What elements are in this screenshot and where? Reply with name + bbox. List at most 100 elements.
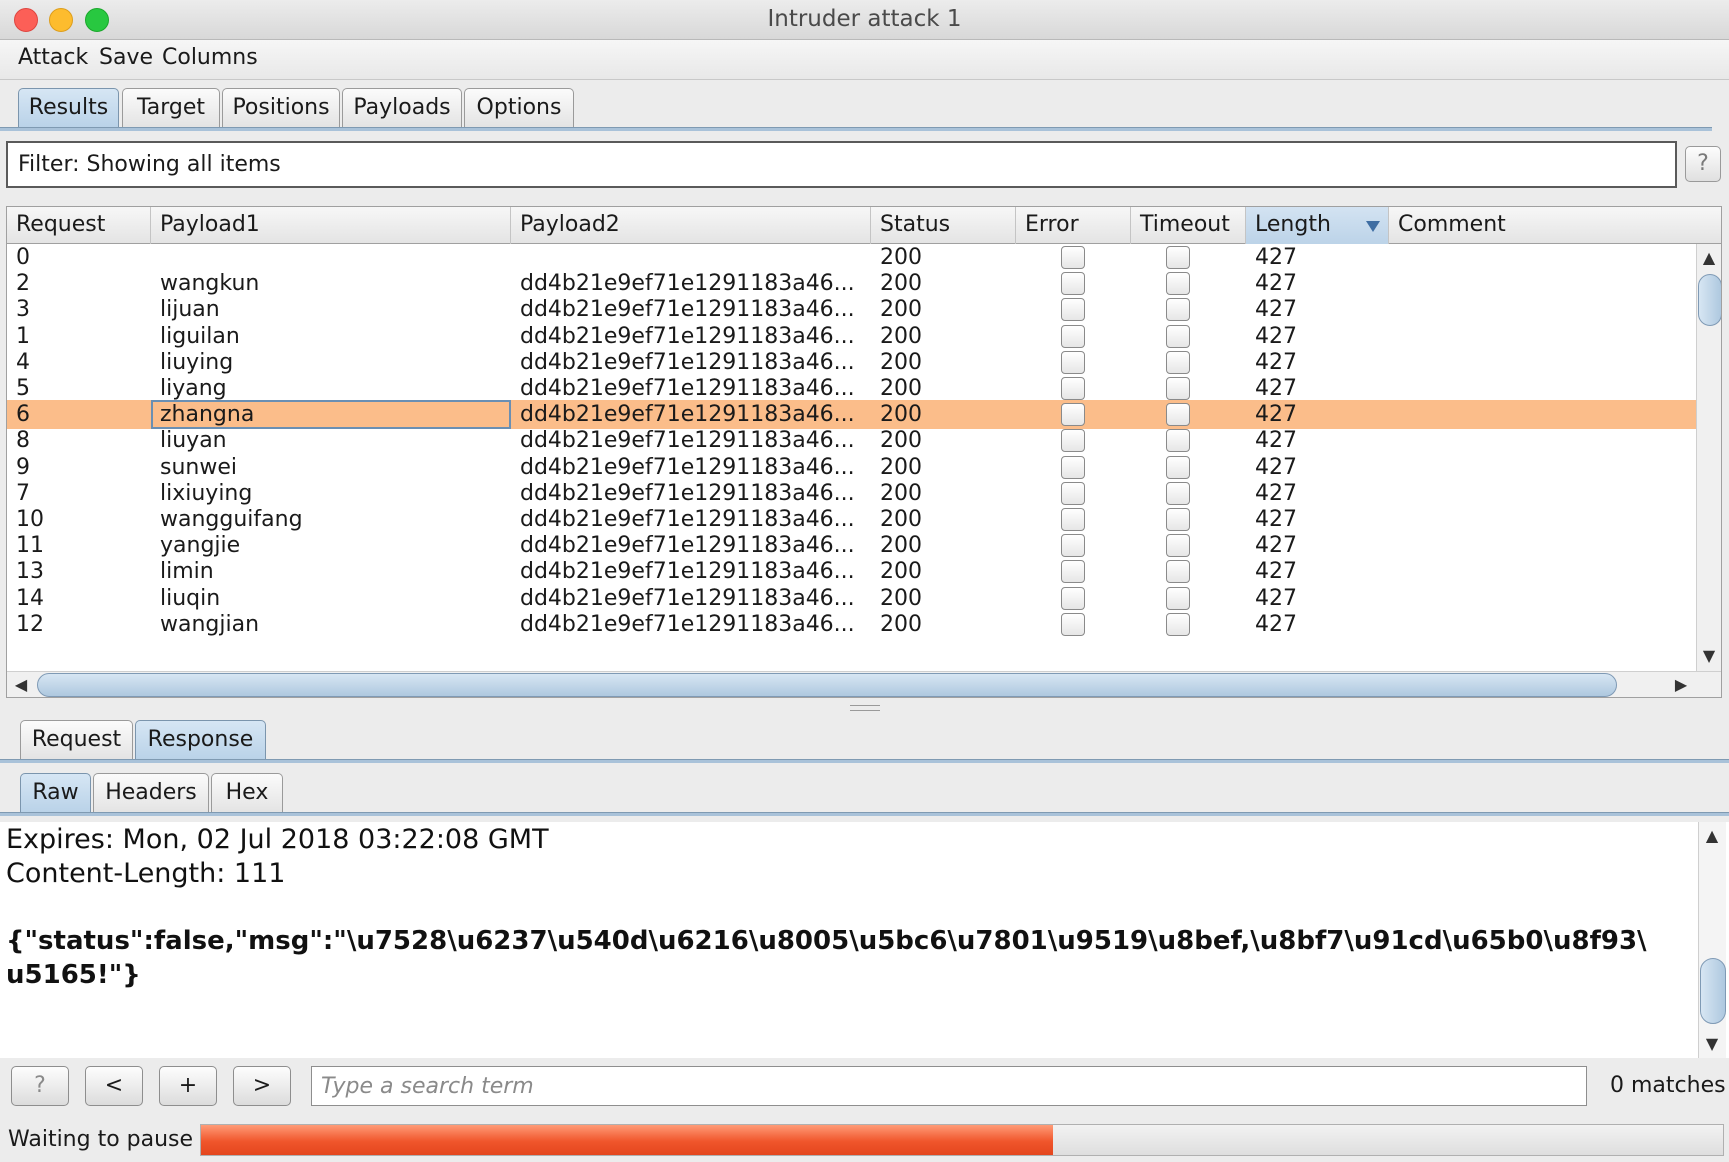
- timeout-checkbox[interactable]: [1166, 403, 1190, 427]
- timeout-checkbox[interactable]: [1166, 534, 1190, 558]
- table-row[interactable]: 2 wangkun dd4b21e9ef71e1291183a46... 200 427: [7, 269, 1696, 298]
- timeout-checkbox[interactable]: [1166, 586, 1190, 610]
- error-checkbox[interactable]: [1061, 508, 1085, 531]
- cell-status: 200: [880, 376, 922, 401]
- search-previous-button[interactable]: <: [85, 1066, 143, 1106]
- timeout-checkbox[interactable]: [1166, 298, 1190, 322]
- cell-request: 9: [16, 454, 30, 480]
- timeout-checkbox[interactable]: [1166, 377, 1190, 400]
- error-checkbox[interactable]: [1061, 324, 1085, 348]
- table-vertical-scroll-thumb[interactable]: [1698, 274, 1721, 326]
- filter-label: Filter: Showing all items: [18, 152, 281, 177]
- timeout-checkbox[interactable]: [1166, 612, 1190, 636]
- error-checkbox[interactable]: [1061, 534, 1085, 558]
- table-row[interactable]: 9 sunwei dd4b21e9ef71e1291183a46... 200 427: [7, 453, 1696, 482]
- table-row[interactable]: 5 liyang dd4b21e9ef71e1291183a46... 200 427: [7, 374, 1696, 403]
- scroll-down-arrow-icon[interactable]: ▼: [1699, 646, 1719, 665]
- table-row[interactable]: 10 wangguifang dd4b21e9ef71e1291183a46... 2…: [7, 505, 1696, 534]
- error-checkbox[interactable]: [1061, 350, 1085, 374]
- timeout-checkbox[interactable]: [1166, 560, 1190, 584]
- response-viewer[interactable]: Expires: Mon, 02 Jul 2018 03:22:08 GMT C…: [0, 822, 1729, 1058]
- timeout-checkbox[interactable]: [1166, 429, 1190, 453]
- column-header-status[interactable]: Status: [871, 207, 1016, 244]
- timeout-checkbox[interactable]: [1166, 246, 1190, 269]
- error-checkbox[interactable]: [1061, 403, 1085, 427]
- scroll-right-arrow-icon[interactable]: ▶: [1671, 675, 1691, 694]
- table-row[interactable]: 4 liuying dd4b21e9ef71e1291183a46... 200 427: [7, 348, 1696, 377]
- table-row[interactable]: 3 lijuan dd4b21e9ef71e1291183a46... 200 427: [7, 295, 1696, 324]
- error-checkbox[interactable]: [1061, 455, 1085, 479]
- cell-payload2: dd4b21e9ef71e1291183a46...: [520, 349, 855, 375]
- error-checkbox[interactable]: [1061, 246, 1085, 269]
- scroll-up-arrow-icon[interactable]: ▲: [1699, 248, 1719, 267]
- table-row[interactable]: 0 200 427: [7, 244, 1696, 272]
- tab-results[interactable]: Results: [18, 88, 119, 128]
- cell-request: 4: [16, 349, 30, 375]
- cell-request: 7: [16, 480, 30, 506]
- column-header-payload1[interactable]: Payload1: [151, 207, 511, 244]
- error-checkbox[interactable]: [1061, 429, 1085, 453]
- filter-bar[interactable]: Filter: Showing all items: [6, 141, 1677, 188]
- menu-save[interactable]: Save: [99, 45, 153, 70]
- cell-status: 200: [880, 533, 922, 559]
- response-vertical-scroll-thumb[interactable]: [1700, 958, 1726, 1024]
- column-header-length[interactable]: Length: [1246, 207, 1389, 244]
- table-row[interactable]: 11 yangjie dd4b21e9ef71e1291183a46... 200 42…: [7, 531, 1696, 560]
- column-header-request[interactable]: Request: [7, 207, 151, 244]
- table-row[interactable]: 6 zhangna dd4b21e9ef71e1291183a46... 200 427: [7, 400, 1696, 430]
- search-next-button[interactable]: >: [233, 1066, 291, 1106]
- search-add-button[interactable]: +: [159, 1066, 217, 1106]
- cell-status: 200: [880, 245, 922, 270]
- error-checkbox[interactable]: [1061, 298, 1085, 322]
- cell-status: 200: [880, 585, 922, 611]
- table-row[interactable]: 14 liuqin dd4b21e9ef71e1291183a46... 200 427: [7, 584, 1696, 613]
- column-header-timeout[interactable]: Timeout: [1131, 207, 1246, 244]
- tab-headers[interactable]: Headers: [93, 773, 209, 813]
- cell-payload2: dd4b21e9ef71e1291183a46...: [520, 428, 855, 454]
- table-horizontal-scroll-thumb[interactable]: [37, 673, 1617, 697]
- scroll-left-arrow-icon[interactable]: ◀: [11, 675, 31, 694]
- table-row[interactable]: 13 limin dd4b21e9ef71e1291183a46... 200 427: [7, 557, 1696, 586]
- sort-descending-icon: [1366, 221, 1380, 232]
- tab-payloads[interactable]: Payloads: [342, 88, 462, 128]
- error-checkbox[interactable]: [1061, 586, 1085, 610]
- table-row[interactable]: 12 wangjian dd4b21e9ef71e1291183a46... 200 4…: [7, 610, 1696, 639]
- error-checkbox[interactable]: [1061, 272, 1085, 296]
- timeout-checkbox[interactable]: [1166, 481, 1190, 505]
- table-vertical-scrollbar[interactable]: ▲ ▼: [1696, 244, 1721, 671]
- response-vertical-scrollbar[interactable]: ▲ ▼: [1698, 822, 1726, 1058]
- table-row[interactable]: 7 lixiuying dd4b21e9ef71e1291183a46... 200 4…: [7, 479, 1696, 508]
- table-horizontal-scrollbar[interactable]: ◀ ▶: [7, 671, 1721, 697]
- timeout-checkbox[interactable]: [1166, 272, 1190, 296]
- response-scroll-down-arrow-icon[interactable]: ▼: [1702, 1034, 1722, 1053]
- timeout-checkbox[interactable]: [1166, 324, 1190, 348]
- filter-help-button[interactable]: ?: [1685, 146, 1721, 182]
- tab-target[interactable]: Target: [122, 88, 220, 128]
- tab-request[interactable]: Request: [20, 720, 133, 760]
- split-pane-divider[interactable]: [850, 705, 880, 711]
- response-scroll-up-arrow-icon[interactable]: ▲: [1702, 826, 1722, 845]
- error-checkbox[interactable]: [1061, 560, 1085, 584]
- cell-payload2: dd4b21e9ef71e1291183a46...: [520, 507, 855, 532]
- column-header-error[interactable]: Error: [1016, 207, 1131, 244]
- error-checkbox[interactable]: [1061, 377, 1085, 400]
- table-row[interactable]: 1 liguilan dd4b21e9ef71e1291183a46... 200 42…: [7, 322, 1696, 351]
- timeout-checkbox[interactable]: [1166, 508, 1190, 531]
- tab-positions[interactable]: Positions: [222, 88, 340, 128]
- tab-raw[interactable]: Raw: [20, 773, 91, 813]
- tab-hex[interactable]: Hex: [211, 773, 283, 813]
- error-checkbox[interactable]: [1061, 612, 1085, 636]
- error-checkbox[interactable]: [1061, 481, 1085, 505]
- column-header-comment[interactable]: Comment: [1389, 207, 1721, 244]
- column-header-payload2[interactable]: Payload2: [511, 207, 871, 244]
- timeout-checkbox[interactable]: [1166, 350, 1190, 374]
- search-help-button[interactable]: ?: [11, 1066, 69, 1106]
- timeout-checkbox[interactable]: [1166, 455, 1190, 479]
- search-input[interactable]: [311, 1066, 1587, 1106]
- table-row[interactable]: 8 liuyan dd4b21e9ef71e1291183a46... 200 427: [7, 426, 1696, 455]
- response-line-content-length: Content-Length: 111: [6, 858, 286, 889]
- tab-options[interactable]: Options: [464, 88, 574, 128]
- menu-columns[interactable]: Columns: [162, 45, 258, 70]
- menu-attack[interactable]: Attack: [18, 45, 88, 70]
- tab-response[interactable]: Response: [135, 720, 266, 760]
